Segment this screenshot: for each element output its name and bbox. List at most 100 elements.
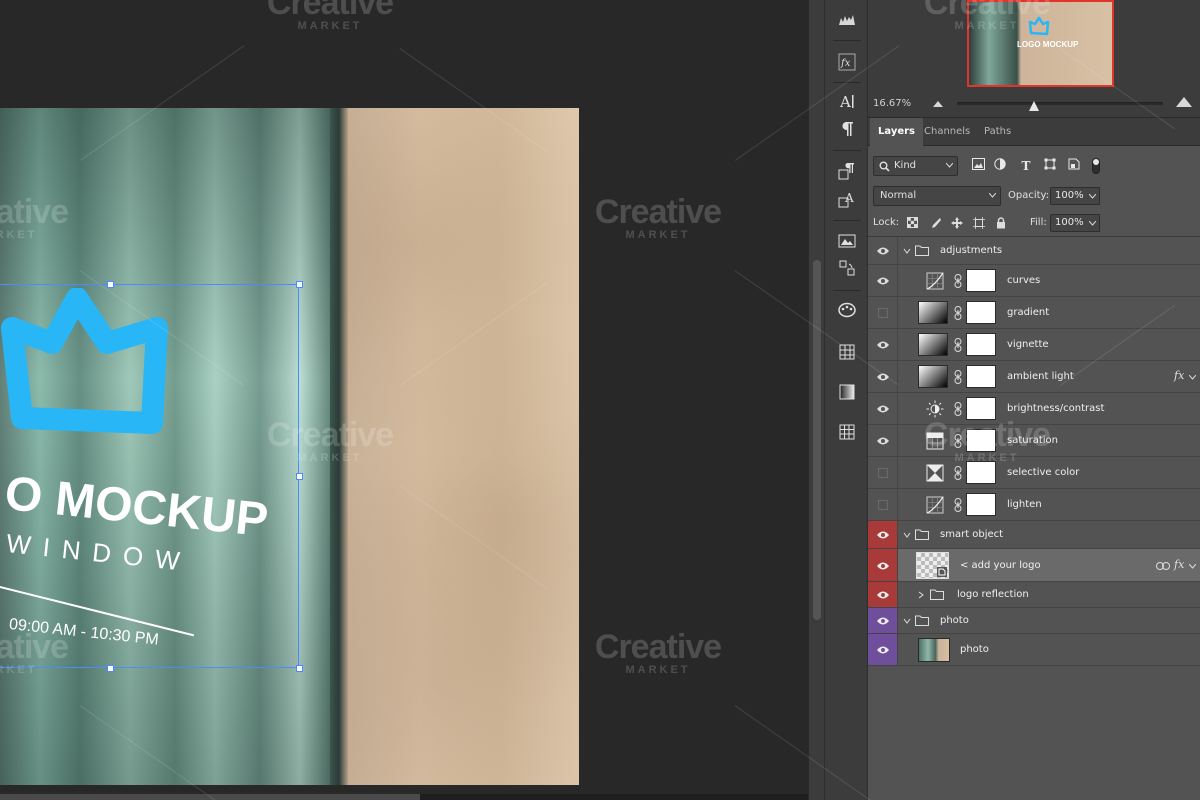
visibility-toggle[interactable]: [868, 361, 898, 392]
layer-group-smart-object[interactable]: smart object: [868, 521, 1200, 549]
tab-channels[interactable]: Channels: [916, 118, 978, 146]
layer-group-photo[interactable]: photo: [868, 608, 1200, 634]
layer-mask-thumbnail[interactable]: [966, 429, 996, 452]
chevron-down-icon[interactable]: [1189, 564, 1196, 569]
filter-shape-icon[interactable]: [1042, 158, 1058, 174]
layer-mask-thumbnail[interactable]: [966, 493, 996, 516]
library-icon[interactable]: [835, 228, 859, 252]
layer-ambient-light[interactable]: ambient light fx: [868, 361, 1200, 393]
visibility-toggle[interactable]: [868, 634, 898, 665]
layer-saturation[interactable]: saturation: [868, 425, 1200, 457]
fill-dropdown[interactable]: [1086, 214, 1100, 232]
filter-type-icon[interactable]: T: [1018, 158, 1034, 174]
visibility-toggle[interactable]: [868, 329, 898, 360]
color-palette-icon[interactable]: [835, 298, 859, 322]
layer-mask-thumbnail[interactable]: [966, 269, 996, 292]
character-icon[interactable]: A: [835, 89, 859, 113]
layer-mask-thumbnail[interactable]: [966, 333, 996, 356]
zoom-in-mountain-icon[interactable]: [1175, 95, 1193, 108]
transform-handle-top-right[interactable]: [296, 281, 303, 288]
transform-bounding-box[interactable]: [0, 281, 303, 672]
patterns-icon[interactable]: [835, 420, 859, 444]
expand-chevron-icon[interactable]: [903, 531, 911, 539]
layer-gradient[interactable]: gradient: [868, 297, 1200, 329]
lock-artboard-icon[interactable]: [972, 217, 985, 230]
expand-chevron-right-icon[interactable]: [917, 591, 925, 599]
visibility-toggle[interactable]: [868, 237, 898, 264]
layer-effects-fx-icon[interactable]: fx: [1174, 558, 1184, 571]
paragraph-styles-icon[interactable]: [835, 159, 859, 183]
link-icon[interactable]: [954, 274, 962, 288]
blend-mode-select[interactable]: Normal: [873, 186, 1001, 206]
opacity-dropdown[interactable]: [1086, 187, 1100, 205]
visibility-toggle[interactable]: [868, 265, 898, 296]
swatches-icon[interactable]: [835, 340, 859, 364]
histogram-icon[interactable]: [835, 8, 859, 32]
link-chain-icon[interactable]: [1156, 562, 1170, 570]
navigator-thumbnail[interactable]: LOGO MOCKUP: [967, 0, 1114, 87]
link-icon[interactable]: [954, 402, 962, 416]
layer-selective-color[interactable]: selective color: [868, 457, 1200, 489]
link-icon[interactable]: [954, 434, 962, 448]
lock-image-pixels-icon[interactable]: [928, 217, 941, 230]
transform-handle-bottom-right[interactable]: [296, 665, 303, 672]
filter-smart-object-icon[interactable]: [1066, 158, 1082, 174]
transform-handle-bottom-middle[interactable]: [107, 665, 114, 672]
visibility-toggle[interactable]: [868, 489, 898, 520]
visibility-toggle[interactable]: [868, 582, 898, 607]
visibility-toggle[interactable]: [868, 393, 898, 424]
horizontal-scrollbar[interactable]: [0, 794, 808, 800]
zoom-slider-track[interactable]: [957, 102, 1163, 105]
layer-effects-fx-icon[interactable]: fx: [1174, 369, 1184, 382]
vertical-scrollbar[interactable]: [808, 0, 824, 800]
layer-mask-thumbnail[interactable]: [966, 365, 996, 388]
link-icon[interactable]: [954, 370, 962, 384]
zoom-out-mountain-icon[interactable]: [932, 98, 944, 108]
tab-paths[interactable]: Paths: [976, 118, 1019, 146]
horizontal-scrollbar-thumb[interactable]: [0, 794, 420, 800]
document-canvas[interactable]: O MOCKUP WINDOW 09:00 AM - 10:30 PM: [0, 108, 579, 785]
zoom-level[interactable]: 16.67%: [873, 98, 911, 109]
layers-list[interactable]: adjustments curves gradient vignette amb…: [868, 237, 1200, 800]
link-icon[interactable]: [954, 338, 962, 352]
hidden-visibility-box[interactable]: [878, 468, 888, 478]
canvas-area[interactable]: O MOCKUP WINDOW 09:00 AM - 10:30 PM: [0, 0, 808, 800]
paragraph-icon[interactable]: [835, 117, 859, 141]
link-icon[interactable]: [954, 466, 962, 480]
vertical-scrollbar-thumb[interactable]: [813, 260, 821, 620]
link-icon[interactable]: [954, 306, 962, 320]
history-icon[interactable]: [835, 256, 859, 280]
hidden-visibility-box[interactable]: [878, 308, 888, 318]
visibility-toggle[interactable]: [868, 608, 898, 633]
filter-pixel-icon[interactable]: [970, 158, 986, 174]
expand-chevron-icon[interactable]: [903, 247, 911, 255]
transform-handle-middle-right[interactable]: [296, 473, 303, 480]
hidden-visibility-box[interactable]: [878, 500, 888, 510]
layer-photo[interactable]: photo: [868, 634, 1200, 666]
visibility-toggle[interactable]: [868, 521, 898, 548]
layer-curves[interactable]: curves: [868, 265, 1200, 297]
filter-toggle-icon[interactable]: [1088, 158, 1104, 174]
smart-object-thumbnail[interactable]: [916, 552, 949, 579]
filter-kind-select[interactable]: Kind: [873, 156, 958, 176]
zoom-slider-thumb[interactable]: [1029, 101, 1039, 111]
chevron-down-icon[interactable]: [1189, 375, 1196, 380]
layer-lighten[interactable]: lighten: [868, 489, 1200, 521]
expand-chevron-icon[interactable]: [903, 617, 911, 625]
transform-handle-top-middle[interactable]: [107, 281, 114, 288]
layer-mask-thumbnail[interactable]: [966, 461, 996, 484]
layer-mask-thumbnail[interactable]: [966, 301, 996, 324]
visibility-toggle[interactable]: [868, 457, 898, 488]
visibility-toggle[interactable]: [868, 297, 898, 328]
layer-group-adjustments[interactable]: adjustments: [868, 237, 1200, 265]
lock-position-icon[interactable]: [950, 217, 963, 230]
gradients-icon[interactable]: [835, 380, 859, 404]
character-styles-icon[interactable]: A: [835, 187, 859, 211]
lock-all-icon[interactable]: [994, 217, 1007, 230]
visibility-toggle[interactable]: [868, 425, 898, 456]
layer-mask-thumbnail[interactable]: [966, 397, 996, 420]
layer-vignette[interactable]: vignette: [868, 329, 1200, 361]
photo-layer-thumbnail[interactable]: [918, 638, 950, 662]
layer-add-your-logo[interactable]: < add your logo fx: [868, 549, 1200, 582]
layers-list-empty-area[interactable]: [868, 666, 1200, 800]
